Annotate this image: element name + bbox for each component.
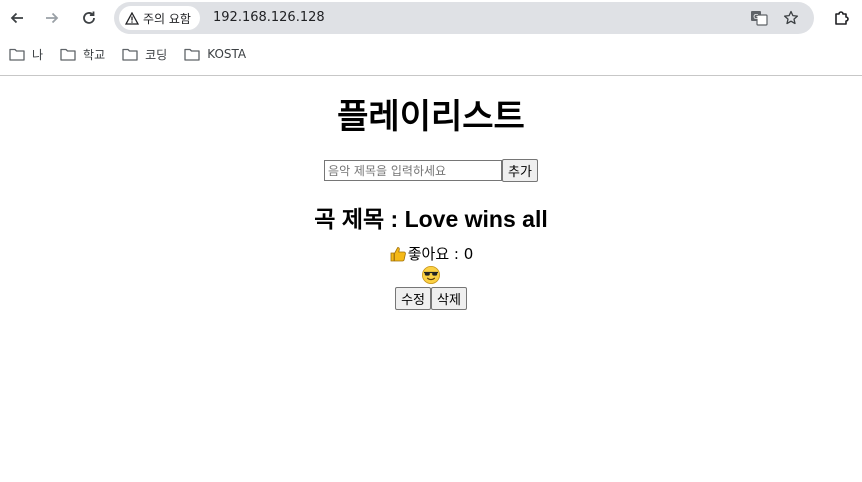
bookmark-folder-coding[interactable]: 코딩 — [122, 46, 167, 63]
bookmark-folder-na[interactable]: 나 — [9, 46, 43, 63]
address-bar[interactable]: 주의 요함 192.168.126.128 G — [114, 2, 814, 34]
bookmark-folder-kosta[interactable]: KOSTA — [184, 47, 246, 61]
translate-icon: G — [751, 11, 768, 26]
add-button[interactable]: 추가 — [502, 159, 538, 182]
likes-text: 좋아요 : 0 — [407, 245, 474, 263]
folder-icon — [184, 48, 200, 61]
warning-icon — [125, 11, 139, 25]
bookmark-label: 나 — [32, 47, 44, 62]
edit-button[interactable]: 수정 — [395, 287, 431, 310]
security-label: 주의 요함 — [143, 11, 191, 26]
delete-button[interactable]: 삭제 — [431, 287, 467, 310]
song-actions: 수정 삭제 — [0, 287, 862, 310]
url-text[interactable]: 192.168.126.128 — [213, 10, 325, 25]
page-title: 플레이리스트 — [337, 98, 525, 136]
bookmark-label: 코딩 — [145, 47, 168, 62]
extensions-icon — [835, 11, 849, 25]
reload-icon — [83, 11, 95, 24]
bookmark-folder-school[interactable]: 학교 — [60, 46, 105, 63]
add-song-form: 추가 — [0, 159, 862, 182]
folder-icon — [60, 48, 76, 61]
bookmark-label: KOSTA — [207, 47, 247, 61]
forward-button[interactable] — [40, 6, 64, 30]
thumbs-up-icon[interactable] — [389, 245, 407, 263]
song-title-input[interactable] — [324, 160, 503, 181]
forward-icon — [46, 12, 59, 24]
page-content: 플레이리스트 추가 곡 제목 : Love wins all 좋아요 : 0 수… — [0, 76, 862, 482]
bookmark-label: 학교 — [83, 47, 106, 62]
extensions-button[interactable] — [830, 6, 854, 30]
bookmarks-bar: 나 학교 코딩 KOSTA — [0, 40, 862, 68]
back-button[interactable] — [5, 6, 29, 30]
song-title: 곡 제목 : Love wins all — [314, 206, 548, 232]
back-icon — [10, 12, 23, 24]
security-chip[interactable]: 주의 요함 — [119, 6, 200, 30]
svg-text:G: G — [753, 13, 758, 21]
folder-icon — [9, 48, 25, 61]
sunglasses-face-icon — [421, 265, 441, 285]
browser-toolbar: 주의 요함 192.168.126.128 G — [0, 0, 862, 38]
folder-icon — [122, 48, 138, 61]
emoji-row — [0, 265, 862, 285]
bookmark-star-button[interactable] — [780, 7, 802, 29]
likes-row: 좋아요 : 0 — [0, 244, 862, 264]
reload-button[interactable] — [77, 6, 101, 30]
star-icon — [783, 10, 799, 25]
translate-button[interactable]: G — [748, 7, 770, 29]
